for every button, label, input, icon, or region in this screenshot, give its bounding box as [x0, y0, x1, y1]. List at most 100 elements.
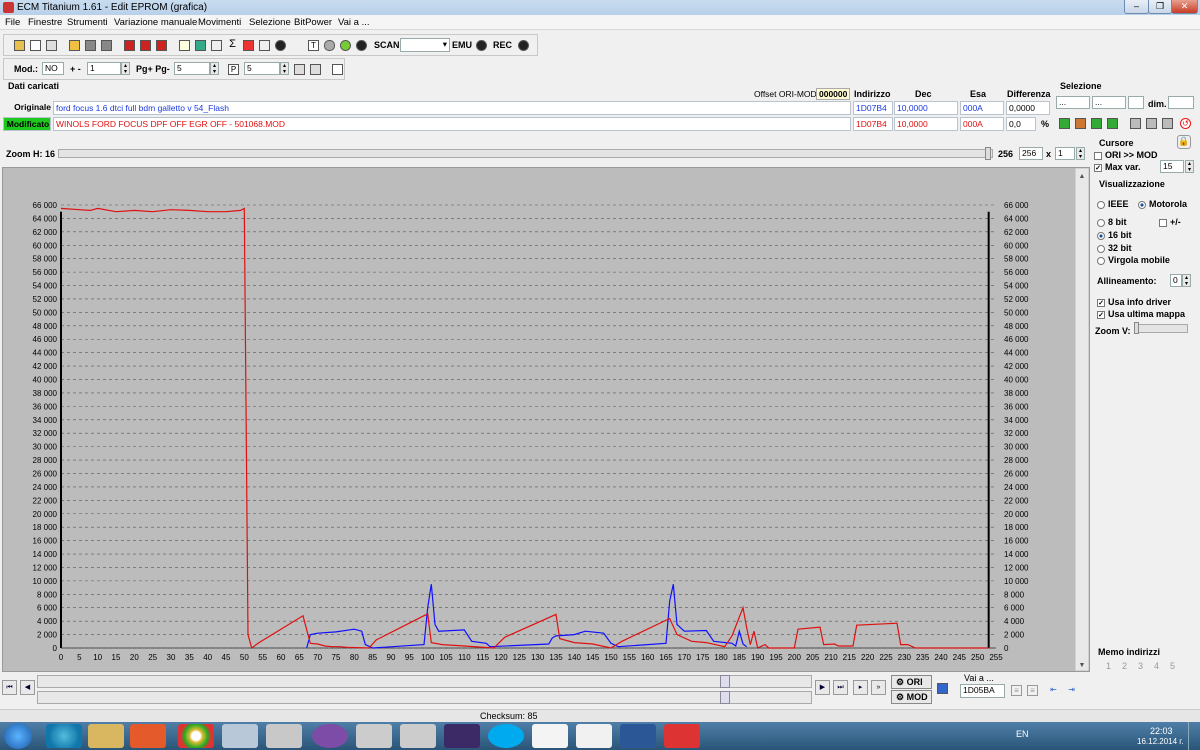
first-page-icon[interactable]: ⏮: [2, 680, 17, 695]
bit8-radio[interactable]: 8 bit: [1097, 217, 1127, 227]
home-icon[interactable]: [14, 40, 25, 51]
modified-file[interactable]: WINOLS FORD FOCUS DPF OFF EGR OFF - 5010…: [53, 117, 851, 131]
zoom-h-slider[interactable]: [58, 149, 993, 158]
ori-button[interactable]: ⚙ ORI: [891, 675, 932, 689]
zoom-v-slider[interactable]: [1134, 324, 1188, 333]
titanium-icon[interactable]: [664, 724, 700, 748]
floating-radio[interactable]: Virgola mobile: [1097, 255, 1170, 265]
original-file[interactable]: ford focus 1.6 dtci full bdm galletto v …: [53, 101, 851, 115]
clock-date[interactable]: 16.12.2014 г.: [1137, 737, 1183, 746]
columns-icon[interactable]: ≡: [1027, 685, 1038, 696]
emu-icon[interactable]: [476, 40, 487, 51]
align-spinner[interactable]: ▴ ▾: [1182, 274, 1191, 287]
clock-time[interactable]: 22:03: [1150, 726, 1173, 736]
maximize-button[interactable]: ❐: [1148, 0, 1172, 14]
open-folder-icon[interactable]: [69, 40, 80, 51]
page-spinner[interactable]: ▴ ▾: [210, 62, 219, 75]
percent-field[interactable]: 0,0: [1006, 117, 1036, 131]
scrollbar-top-thumb[interactable]: [720, 675, 730, 688]
start-button[interactable]: [4, 723, 32, 749]
signed-checkbox[interactable]: +/-: [1159, 217, 1181, 227]
menu-vai-a[interactable]: Vai a ...: [338, 17, 370, 28]
grid-icon[interactable]: [310, 64, 321, 75]
forward-icon[interactable]: ▸: [853, 680, 868, 695]
runner-icon[interactable]: [340, 40, 351, 51]
paste-selection-icon[interactable]: [1146, 118, 1157, 129]
ieee-radio[interactable]: IEEE: [1097, 199, 1129, 209]
selection-end-field[interactable]: ...: [1092, 96, 1126, 109]
undo-icon[interactable]: ↺: [1180, 118, 1191, 129]
menu-selezione[interactable]: Selezione: [249, 17, 291, 28]
word-icon[interactable]: [620, 724, 656, 748]
chart-icon[interactable]: [259, 40, 270, 51]
zoom-mult-spinner[interactable]: ▴ ▾: [1076, 147, 1085, 160]
map-icon[interactable]: [332, 64, 343, 75]
select-all-icon[interactable]: [1107, 118, 1118, 129]
copy-icon[interactable]: [30, 40, 41, 51]
next-page-icon[interactable]: ▶: [815, 680, 830, 695]
paint-icon[interactable]: [266, 724, 302, 748]
scrollbar-bottom-thumb[interactable]: [720, 691, 730, 704]
p-field[interactable]: 5: [244, 62, 280, 75]
align-field[interactable]: 0: [1170, 274, 1182, 287]
memo-2[interactable]: 2: [1122, 661, 1127, 671]
last-page-icon[interactable]: ⏭: [833, 680, 848, 695]
menu-finestre[interactable]: Finestre: [28, 17, 62, 28]
menu-variazione-manuale[interactable]: Variazione manuale: [114, 17, 197, 28]
fast-forward-icon[interactable]: »: [871, 680, 886, 695]
save-all-icon[interactable]: [101, 40, 112, 51]
lock-toggle-icon[interactable]: 🔒: [1177, 135, 1191, 149]
mod-field[interactable]: NO: [42, 62, 64, 75]
select-range-icon[interactable]: [1091, 118, 1102, 129]
menu-strumenti[interactable]: Strumenti: [67, 17, 108, 28]
selection-extra-field[interactable]: [1128, 96, 1144, 109]
lang-indicator[interactable]: EN: [1016, 729, 1029, 739]
driver-info-checkbox[interactable]: ✓ Usa info driver: [1097, 297, 1171, 307]
ori-mod-checkbox[interactable]: ORI >> MOD: [1094, 150, 1158, 160]
last-map-checkbox[interactable]: ✓ Usa ultima mappa: [1097, 309, 1185, 319]
document-icon[interactable]: [532, 724, 568, 748]
copy-selection-icon[interactable]: [1130, 118, 1141, 129]
mod-button[interactable]: ⚙ MOD: [891, 690, 932, 704]
eclipse-icon[interactable]: [444, 724, 480, 748]
menu-file[interactable]: File: [5, 17, 20, 28]
max-var-field[interactable]: 15: [1160, 160, 1184, 173]
zoom-h-thumb[interactable]: [985, 147, 991, 160]
table-icon[interactable]: ≡: [1011, 685, 1022, 696]
viber-icon[interactable]: [312, 724, 348, 748]
flag-icon[interactable]: [243, 40, 254, 51]
skype-icon[interactable]: [488, 724, 524, 748]
show-desktop-button[interactable]: [1188, 722, 1200, 750]
page-field[interactable]: 5: [174, 62, 210, 75]
calculator-icon[interactable]: [356, 724, 392, 748]
page-icon[interactable]: [46, 40, 57, 51]
checksum-icon[interactable]: [140, 40, 151, 51]
goto-field[interactable]: 1D05BA: [960, 684, 1005, 698]
minimize-button[interactable]: –: [1124, 0, 1149, 14]
memo-4[interactable]: 4: [1154, 661, 1159, 671]
bit32-radio[interactable]: 32 bit: [1097, 243, 1132, 253]
selection-start-field[interactable]: ...: [1056, 96, 1090, 109]
marker-right-icon[interactable]: ⇥: [1066, 685, 1077, 696]
record-icon[interactable]: [356, 40, 367, 51]
bit16-radio[interactable]: 16 bit: [1097, 230, 1132, 240]
max-var-spinner[interactable]: ▴ ▾: [1185, 160, 1194, 173]
save-icon[interactable]: [85, 40, 96, 51]
ecm-icon[interactable]: [576, 724, 612, 748]
memo-5[interactable]: 5: [1170, 661, 1175, 671]
window-icon[interactable]: [294, 64, 305, 75]
import-selection-icon[interactable]: [1162, 118, 1173, 129]
lock-icon[interactable]: [324, 40, 335, 51]
dim-field[interactable]: [1168, 96, 1194, 109]
explorer-icon[interactable]: [88, 724, 124, 748]
check-icon[interactable]: [124, 40, 135, 51]
media-player-icon[interactable]: [130, 724, 166, 748]
select-end-icon[interactable]: [1075, 118, 1086, 129]
zoom-v-thumb[interactable]: [1134, 322, 1139, 334]
memo-1[interactable]: 1: [1106, 661, 1111, 671]
binoculars-icon[interactable]: [275, 40, 286, 51]
chrome-icon[interactable]: [178, 724, 214, 748]
motorola-radio[interactable]: Motorola: [1138, 199, 1187, 209]
menu-movimenti[interactable]: Movimenti: [198, 17, 241, 28]
select-start-icon[interactable]: [1059, 118, 1070, 129]
